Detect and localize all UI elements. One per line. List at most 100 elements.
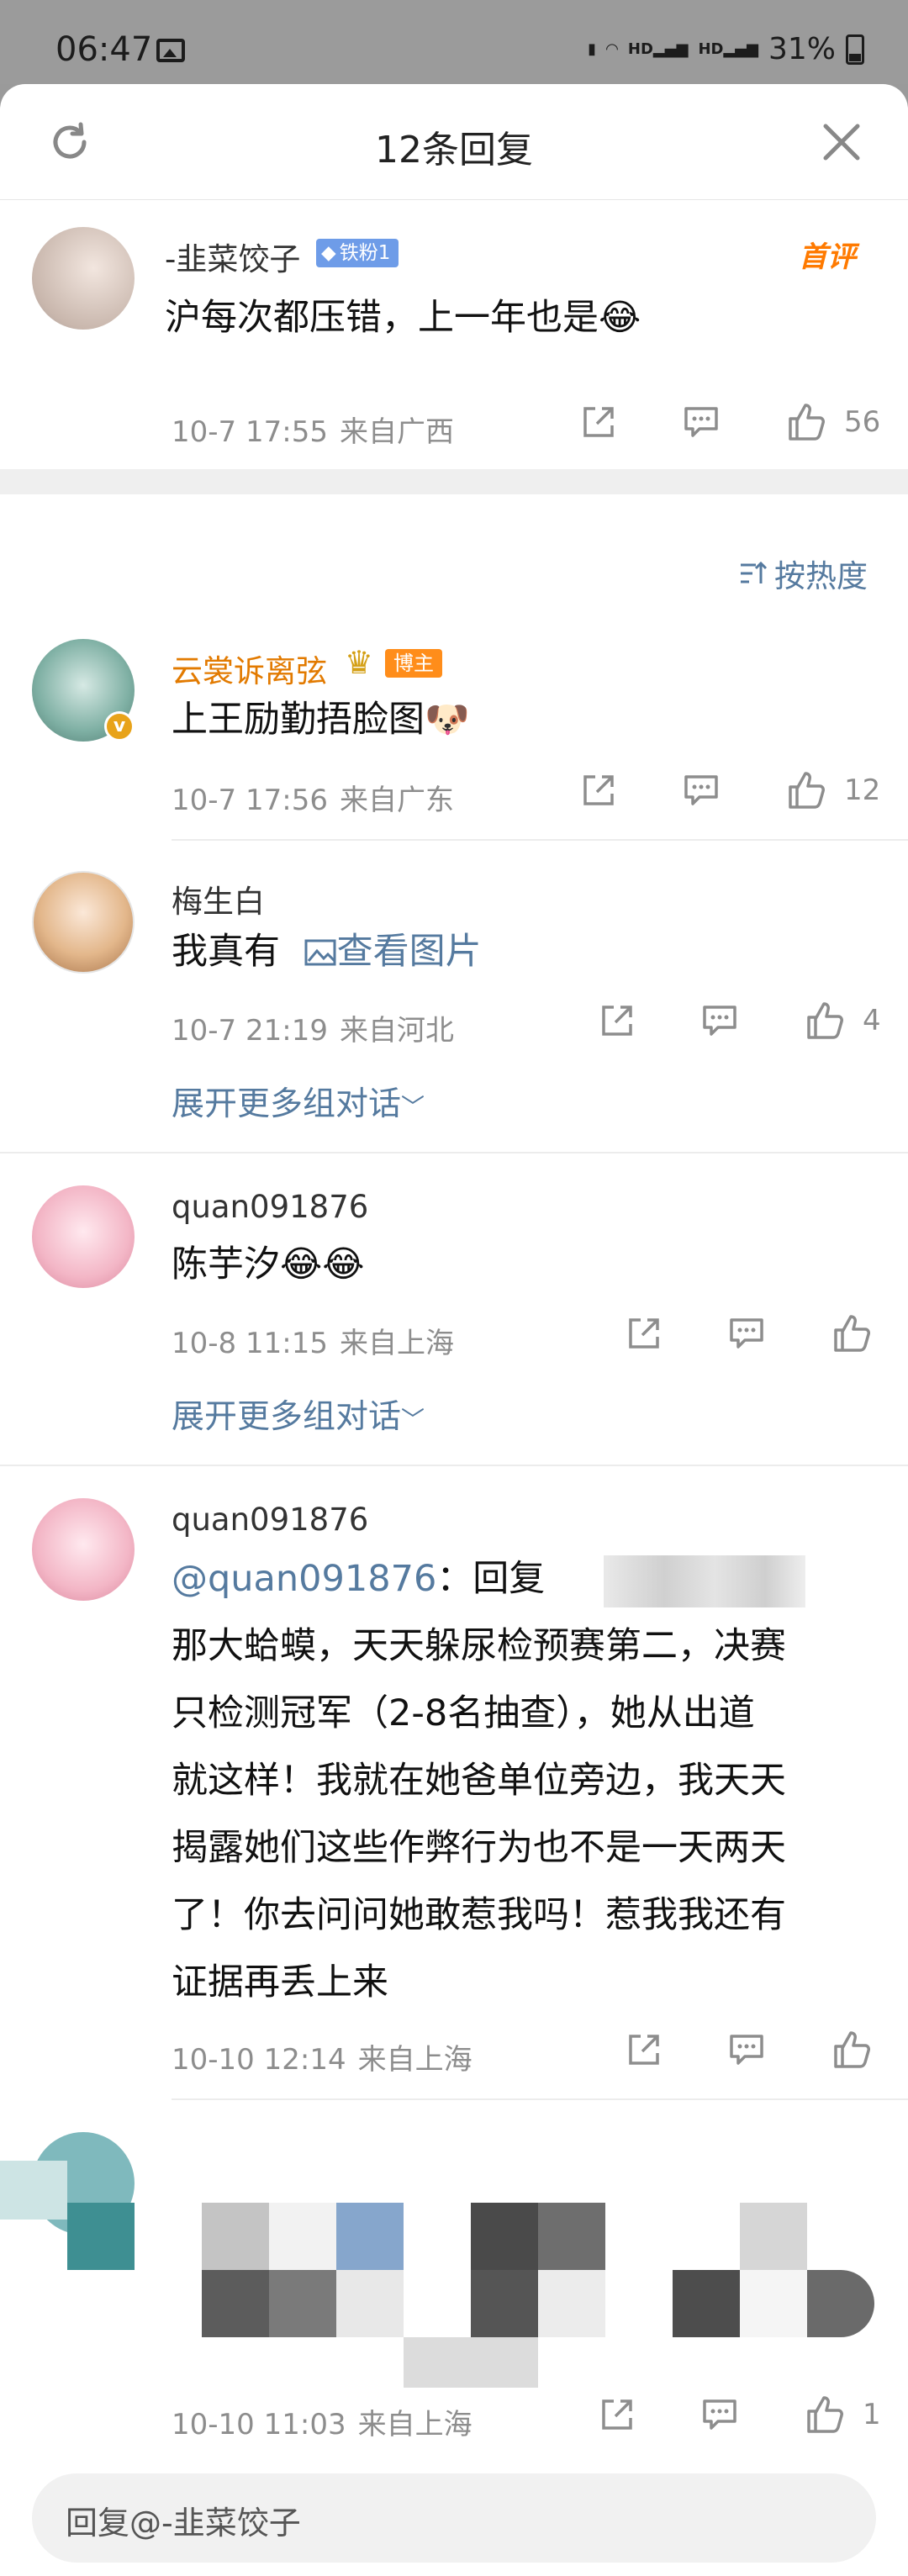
username[interactable]: 云裳诉离弦: [172, 646, 327, 691]
comment-text: 我真有 查看图片: [172, 918, 482, 985]
comment-icon[interactable]: [699, 2394, 740, 2435]
comment-actions: [624, 1312, 873, 1355]
comment-actions: 56: [578, 400, 880, 444]
comment-time: 10-8 11:15: [172, 1327, 328, 1360]
like-count: 1: [863, 2398, 881, 2431]
comment-line: 只检测冠军（2-8名抽查），她从出道: [172, 1692, 755, 1734]
comment-time: 10-7 17:56: [172, 784, 328, 817]
comment-location: 来自河北: [339, 1014, 454, 1048]
like-icon[interactable]: [784, 768, 827, 812]
comment-location: 来自上海: [339, 1327, 454, 1360]
fan-badge: ◆ 铁粉1: [316, 239, 399, 267]
share-icon[interactable]: [578, 402, 619, 442]
avatar[interactable]: [32, 1185, 135, 1288]
battery-percent: 31%: [768, 32, 836, 66]
comment-actions: 4: [597, 999, 881, 1043]
avatar[interactable]: [32, 871, 135, 974]
expand-label: 展开更多组对话: [172, 1085, 402, 1123]
comment-location: 来自上海: [357, 2043, 472, 2077]
view-image-link[interactable]: 查看图片: [304, 931, 482, 973]
share-icon[interactable]: [597, 1000, 637, 1041]
username[interactable]: 梅生白: [172, 876, 265, 921]
expand-label: 展开更多组对话: [172, 1398, 402, 1436]
first-comment-tag: 首评: [799, 240, 856, 274]
share-icon[interactable]: [624, 2030, 664, 2070]
signal-2-icon: HD▂▄▆: [698, 40, 758, 58]
comment-icon[interactable]: [726, 2030, 767, 2070]
share-icon[interactable]: [597, 2394, 637, 2435]
comment-meta: 10-7 17:56 来自广东: [172, 777, 454, 818]
like-icon[interactable]: [829, 2028, 873, 2072]
comment-icon[interactable]: [681, 402, 721, 442]
avatar[interactable]: [32, 227, 135, 330]
fan-badge-label: 铁粉1: [339, 242, 391, 264]
comment-time: 10-7 17:55: [172, 415, 328, 449]
sheet-header: 12条回复: [0, 84, 908, 200]
chevron-down-icon: ﹀: [401, 1406, 425, 1433]
like-icon[interactable]: [802, 2393, 846, 2436]
replies-sheet: 12条回复 -韭菜饺子 ◆ 铁粉1 首评 沪每次都压错，上一年也是😂 10-7 1…: [0, 84, 908, 2576]
section-divider: [0, 469, 908, 494]
comment-meta: 10-10 12:14 来自上海: [172, 2036, 472, 2077]
like-icon[interactable]: [829, 1312, 873, 1355]
like-count: 4: [863, 1004, 881, 1037]
sort-label: 按热度: [774, 558, 868, 594]
username[interactable]: quan091876: [172, 1189, 368, 1225]
comment-location: 来自上海: [357, 2408, 472, 2441]
redacted-mosaic: [0, 2161, 908, 2396]
close-icon[interactable]: [819, 119, 864, 165]
username[interactable]: -韭菜饺子: [165, 234, 300, 279]
page-title: 12条回复: [375, 129, 533, 172]
expand-conversation-link[interactable]: 展开更多组对话﹀: [172, 1078, 425, 1125]
comment-location: 来自广西: [339, 415, 454, 449]
comment-meta: 10-7 21:19 来自河北: [172, 1007, 454, 1048]
blogger-badge: 博主: [385, 649, 442, 678]
comment-time: 10-10 11:03: [172, 2408, 346, 2441]
image-notification-icon: [156, 39, 185, 62]
username[interactable]: quan091876: [172, 1502, 368, 1538]
divider: [172, 839, 908, 841]
signal-icon: HD▂▄▆: [627, 40, 689, 58]
expand-conversation-link[interactable]: 展开更多组对话﹀: [172, 1391, 425, 1438]
battery-icon: [846, 34, 864, 65]
comment-line: 了！你去问问她敢惹我吗！惹我我还有: [172, 1894, 786, 1936]
comment-meta: 10-10 11:03 来自上海: [172, 2401, 472, 2442]
comment-meta: 10-8 11:15 来自上海: [172, 1320, 454, 1361]
chevron-down-icon: ﹀: [401, 1093, 425, 1121]
comment-icon[interactable]: [726, 1313, 767, 1354]
status-time: 06:47: [55, 30, 153, 69]
status-icons: ▮ ◠ HD▂▄▆ HD▂▄▆ 31%: [588, 32, 864, 66]
comment-line: ：回复: [436, 1558, 546, 1600]
comment-text: 上王励勤捂脸图🐶: [172, 699, 470, 741]
sort-by-hot-button[interactable]: 按热度: [737, 551, 868, 596]
status-bar: 06:47 ▮ ◠ HD▂▄▆ HD▂▄▆ 31%: [0, 0, 908, 84]
like-count: 56: [844, 405, 881, 439]
divider: [0, 1465, 908, 1466]
share-icon[interactable]: [624, 1313, 664, 1354]
data-saver-icon: ▮: [588, 40, 597, 58]
comment-time: 10-7 21:19: [172, 1014, 328, 1048]
verified-icon: v: [104, 711, 135, 742]
wifi-icon: ◠: [606, 40, 618, 58]
like-icon[interactable]: [784, 400, 827, 444]
comment-icon[interactable]: [681, 770, 721, 810]
reply-placeholder: 回复@-韭菜饺子: [66, 2505, 301, 2542]
view-image-label: 查看图片: [336, 931, 482, 973]
reply-input[interactable]: 回复@-韭菜饺子: [32, 2473, 876, 2563]
comment-line: 证据再丢上来: [172, 1961, 388, 2003]
mention-link[interactable]: @quan091876: [172, 1558, 436, 1600]
comment-actions: 1: [597, 2393, 881, 2436]
redacted-mosaic: [604, 1555, 805, 1607]
comment-text: @quan091876：回复 那大蛤蟆，天天躲尿检预赛第二，决赛 只检测冠军（2…: [172, 1545, 878, 2016]
comment-text: 沪每次都压错，上一年也是😂: [165, 297, 641, 339]
share-icon[interactable]: [578, 770, 619, 810]
like-count: 12: [844, 773, 881, 807]
comment-location: 来自广东: [339, 784, 454, 817]
comment-actions: 12: [578, 768, 880, 812]
comment-actions: [624, 2028, 873, 2072]
avatar[interactable]: [32, 1498, 135, 1601]
comment-icon[interactable]: [699, 1000, 740, 1041]
comment-line: 那大蛤蟆，天天躲尿检预赛第二，决赛: [172, 1625, 786, 1667]
like-icon[interactable]: [802, 999, 846, 1043]
comment-line: 就这样！我就在她爸单位旁边，我天天: [172, 1760, 786, 1802]
